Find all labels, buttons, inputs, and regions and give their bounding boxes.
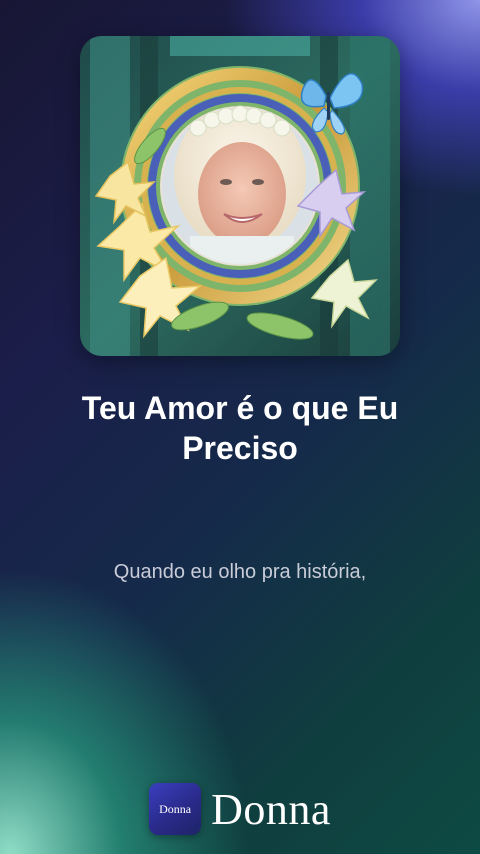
song-title: Teu Amor é o que Eu Preciso (81, 390, 399, 466)
brand-logo: Donna (149, 783, 202, 835)
brand-logo-text: Donna (159, 801, 192, 816)
brand-footer: Donna Donna (0, 783, 480, 835)
brand-name: Donna (211, 784, 331, 834)
album-artwork (80, 36, 400, 356)
lyric-line: Quando eu olho pra história, (113, 561, 367, 583)
